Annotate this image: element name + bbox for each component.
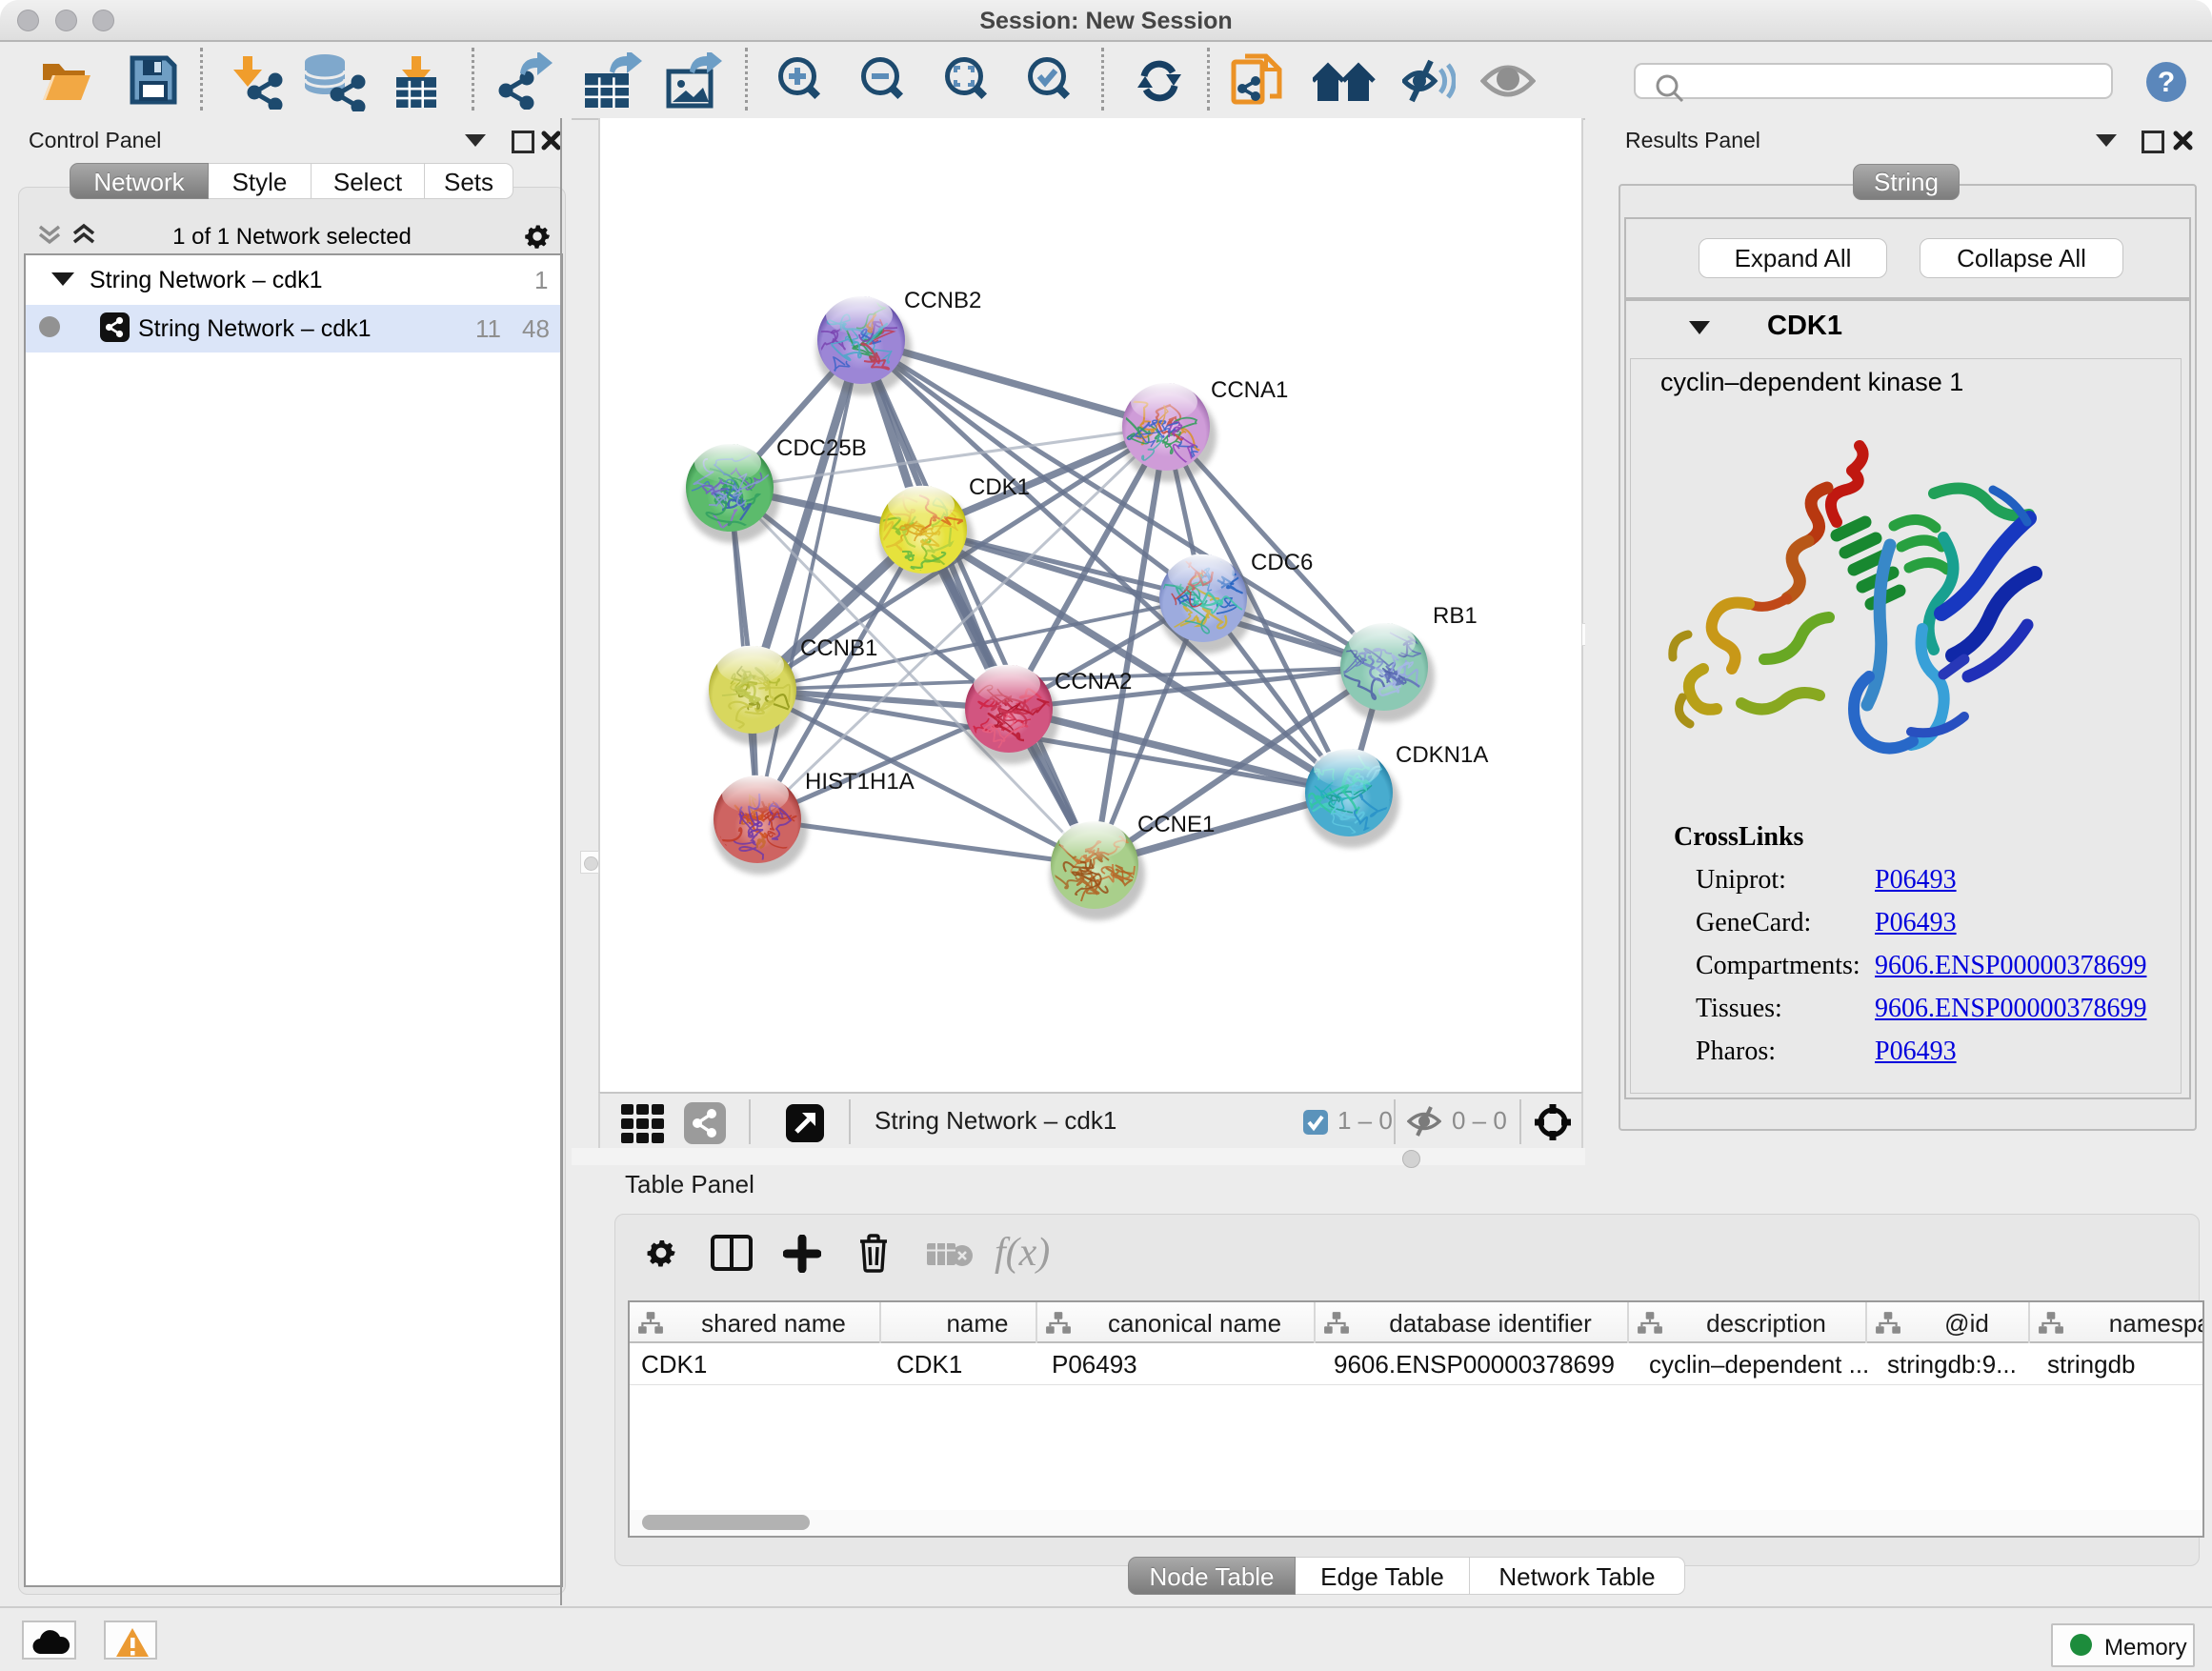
svg-text:CDC6: CDC6	[1251, 550, 1313, 575]
svg-text:CDK1: CDK1	[969, 474, 1030, 500]
svg-text:CCNE1: CCNE1	[1137, 812, 1215, 837]
svg-text:RB1: RB1	[1433, 603, 1478, 629]
svg-text:?: ?	[2158, 67, 2175, 98]
svg-text:CDKN1A: CDKN1A	[1396, 742, 1488, 768]
svg-text:HIST1H1A: HIST1H1A	[805, 769, 915, 795]
svg-text:CCNA2: CCNA2	[1055, 669, 1132, 695]
svg-text:CCNB2: CCNB2	[904, 288, 981, 313]
svg-text:CCNB1: CCNB1	[800, 635, 877, 661]
svg-text:CDC25B: CDC25B	[776, 435, 867, 461]
svg-text:CCNA1: CCNA1	[1211, 377, 1288, 403]
